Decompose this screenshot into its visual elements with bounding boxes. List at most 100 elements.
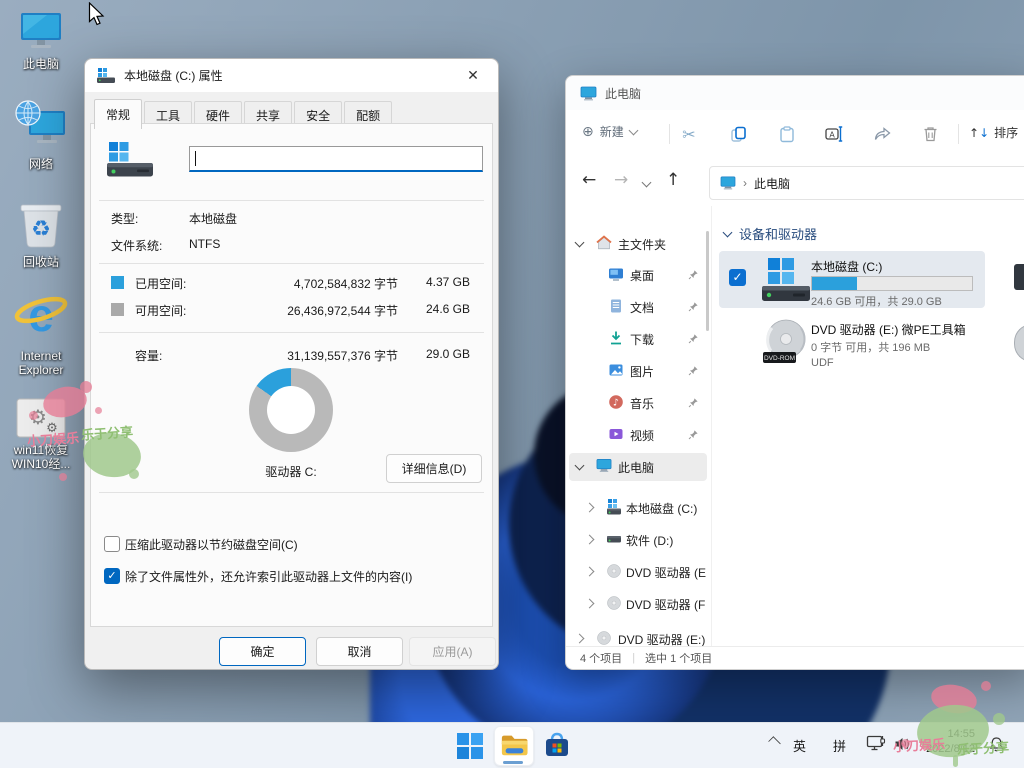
dvd-icon (606, 595, 622, 611)
start-button[interactable] (457, 733, 483, 759)
pin-icon (688, 301, 699, 312)
partial-dvd-item-f[interactable] (1014, 324, 1024, 362)
explorer-window-title: 此电脑 (605, 85, 641, 102)
sidebar-item-dvd-e[interactable]: DVD 驱动器 (E (566, 558, 711, 586)
explorer-content: 设备和驱动器 ✓ 本地磁盘 (C:) 24.6 GB 可用，共 29.0 GB … (711, 206, 1024, 646)
sidebar-item-desktop[interactable]: 桌面 (566, 261, 711, 289)
tab-general[interactable]: 常规 (94, 99, 142, 129)
details-button[interactable]: 详细信息(D) (386, 454, 482, 483)
downloads-icon (608, 330, 624, 346)
desktop-icon-label: Internet Explorer (1, 349, 81, 377)
sidebar-item-pictures[interactable]: 图片 (566, 357, 711, 385)
cut-scissors-icon: ✂ (682, 125, 695, 144)
pin-icon (688, 429, 699, 440)
internet-explorer-icon: e (13, 288, 69, 344)
sort-button[interactable]: ↑↓ 排序 (969, 124, 1018, 141)
back-button[interactable]: ← (582, 170, 596, 190)
up-button[interactable]: ↑ (666, 170, 680, 190)
chevron-right-icon[interactable] (575, 634, 585, 644)
chevron-right-icon[interactable] (585, 567, 595, 577)
tray-time: 14:55 (913, 727, 975, 742)
desktop-icon-internet-explorer[interactable]: e Internet Explorer (1, 288, 81, 377)
ok-button[interactable]: 确定 (219, 637, 306, 666)
separator (99, 200, 484, 201)
sidebar-item-music[interactable]: ♪ 音乐 (566, 389, 711, 417)
sidebar-item-dvd-f[interactable]: DVD 驱动器 (F (566, 590, 711, 618)
desktop-icon-win11-restore[interactable]: ⚙⚙ win11恢复WIN10经... (1, 398, 81, 471)
volume-icon[interactable] (894, 736, 911, 752)
taskbar-microsoft-store-button[interactable] (543, 731, 571, 759)
disk-usage-bar (811, 276, 973, 291)
compress-checkbox[interactable] (104, 536, 120, 552)
recent-locations-chevron[interactable] (642, 178, 652, 188)
svg-text:⚙: ⚙ (46, 421, 58, 436)
disk-usage-fill (812, 277, 857, 290)
separator (99, 263, 484, 264)
drive-item-c[interactable]: ✓ 本地磁盘 (C:) 24.6 GB 可用，共 29.0 GB (719, 251, 985, 308)
this-pc-icon (596, 458, 612, 473)
rename-button[interactable]: A (822, 122, 846, 146)
ime-english-indicator[interactable]: 英 (793, 736, 806, 755)
taskbar-clock[interactable]: 14:55 2022/8/12 (913, 727, 975, 757)
apply-button[interactable]: 应用(A) (409, 637, 496, 666)
close-icon[interactable]: ✕ (460, 67, 486, 84)
documents-icon (608, 298, 624, 314)
gears-icon: ⚙⚙ (16, 398, 66, 438)
pin-icon (688, 269, 699, 280)
selected-count: 选中 1 个项目 (645, 650, 712, 666)
share-button[interactable] (870, 122, 894, 146)
dvd-rom-icon: DVD-ROM (763, 318, 809, 366)
chevron-down-icon (723, 227, 733, 237)
desktop-icon-network[interactable]: 网络 (1, 100, 81, 171)
plus-circle-icon: ⊕ (582, 124, 594, 140)
item-checkbox-checked[interactable]: ✓ (729, 269, 746, 286)
new-button[interactable]: ⊕ 新建 (582, 123, 637, 140)
cancel-button[interactable]: 取消 (316, 637, 403, 666)
pin-icon (688, 365, 699, 376)
sidebar-item-dvd-media[interactable]: DVD 驱动器 (E:) (566, 625, 711, 646)
chevron-down-icon (628, 125, 638, 135)
group-header-devices[interactable]: 设备和驱动器 (724, 224, 817, 243)
svg-text:DVD-ROM: DVD-ROM (764, 355, 795, 362)
toolbar-separator (669, 124, 670, 144)
chevron-right-icon[interactable] (585, 599, 595, 609)
partial-drive-item-d[interactable] (1014, 264, 1024, 290)
sidebar-item-downloads[interactable]: 下载 (566, 325, 711, 353)
sidebar-scrollbar[interactable] (706, 231, 709, 331)
dialog-titlebar[interactable]: 本地磁盘 (C:) 属性 ✕ (85, 59, 498, 92)
sidebar-item-drive-c[interactable]: 本地磁盘 (C:) (566, 494, 711, 522)
cut-button[interactable]: ✂ (677, 122, 701, 146)
notification-bell-icon[interactable] (988, 736, 1005, 753)
desktop-icon-this-pc[interactable]: 此电脑 (1, 12, 81, 71)
recycle-bin-icon: ♻ (17, 198, 65, 250)
drive-caption: 驱动器 C: (241, 463, 341, 480)
svg-text:♪: ♪ (613, 397, 619, 408)
this-pc-icon (720, 176, 736, 190)
breadcrumb-root[interactable]: 此电脑 (754, 175, 790, 192)
sidebar-item-this-pc[interactable]: 此电脑 (566, 453, 711, 481)
pictures-icon (608, 362, 624, 378)
index-checkbox[interactable]: ✓ (104, 568, 120, 584)
explorer-titlebar[interactable]: 此电脑 (566, 76, 1024, 110)
network-icon[interactable] (866, 735, 886, 753)
drive-windows-icon (97, 68, 116, 83)
delete-button[interactable] (918, 122, 942, 146)
sidebar-item-documents[interactable]: 文档 (566, 293, 711, 321)
drive-item-dvd-e[interactable]: DVD-ROM DVD 驱动器 (E:) 微PE工具箱 0 字节 可用，共 19… (719, 316, 985, 378)
sidebar-item-home[interactable]: 主文件夹 (566, 230, 711, 258)
chevron-down-icon[interactable] (575, 238, 585, 248)
taskbar-file-explorer-button[interactable] (494, 726, 534, 766)
breadcrumb[interactable]: › 此电脑 (709, 166, 1024, 200)
sidebar-item-videos[interactable]: 视频 (566, 421, 711, 449)
forward-button[interactable]: → (614, 170, 628, 190)
paste-button[interactable] (775, 122, 799, 146)
desktop-icon-recycle-bin[interactable]: ♻ 回收站 (1, 198, 81, 269)
home-icon (596, 235, 612, 251)
file-explorer-window: 此电脑 ⊕ 新建 ✂ A (565, 75, 1024, 670)
copy-button[interactable] (726, 122, 750, 146)
sidebar-item-drive-d[interactable]: 软件 (D:) (566, 526, 711, 554)
ime-pinyin-indicator[interactable]: 拼 (833, 736, 846, 755)
volume-label-input[interactable] (189, 146, 483, 172)
chevron-right-icon[interactable] (585, 535, 595, 545)
chevron-right-icon[interactable] (585, 503, 595, 513)
